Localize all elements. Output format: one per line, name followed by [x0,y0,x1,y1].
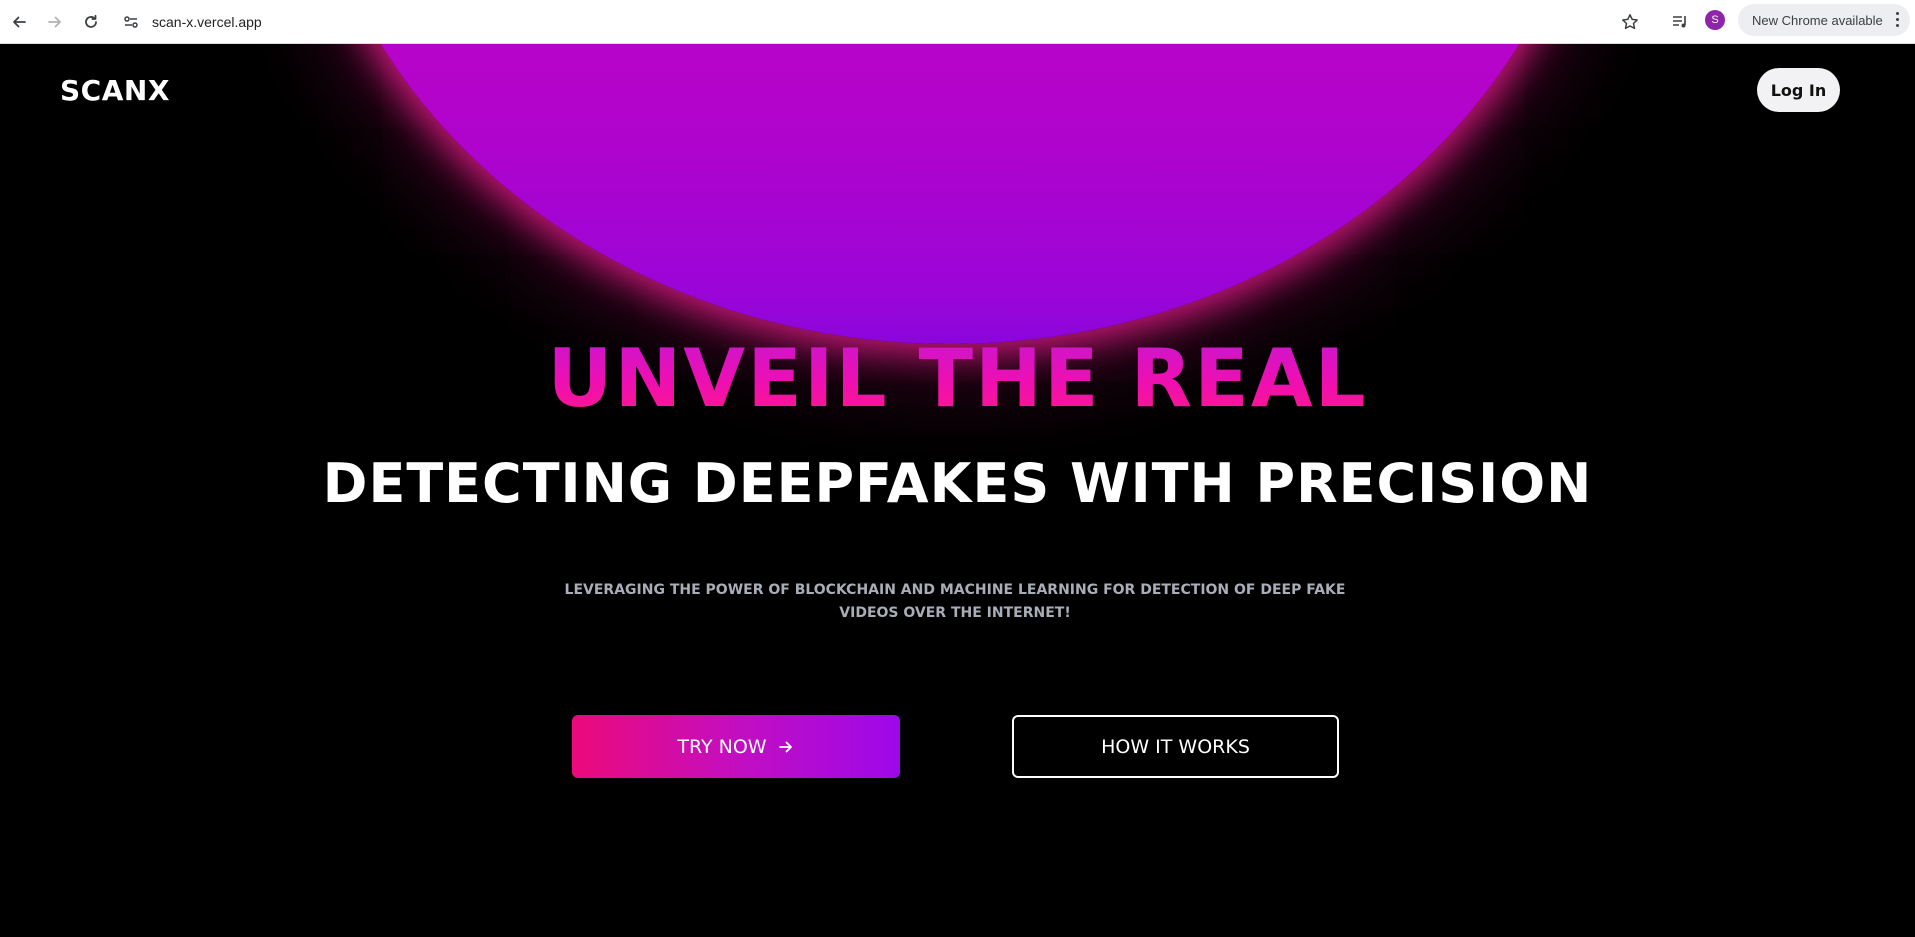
back-arrow-icon [13,16,26,27]
url-text[interactable]: scan-x.vercel.app [152,14,262,30]
arrow-right-icon [778,741,792,752]
try-now-button[interactable]: TRY NOW [572,715,900,778]
reload-icon [85,14,97,28]
reload-button[interactable] [74,5,108,39]
try-now-label: TRY NOW [677,735,767,758]
bookmark-star-icon [1622,14,1638,30]
gradient-orb [300,44,1600,344]
how-it-works-button[interactable]: HOW IT WORKS [1012,715,1339,778]
browser-toolbar: scan-x.vercel.app S New Chrome available [0,0,1915,44]
media-control-icon [1673,16,1686,28]
site-info-button[interactable] [116,7,146,37]
hero-subheadline: DETECTING DEEPFAKES WITH PRECISION [322,452,1593,515]
address-bar[interactable]: scan-x.vercel.app [116,6,1646,38]
site-logo[interactable]: SCANX [60,74,170,107]
back-button[interactable] [2,5,36,39]
how-it-works-label: HOW IT WORKS [1101,735,1250,758]
login-button[interactable]: Log In [1757,68,1840,112]
page-content: SCANX Log In UNVEIL THE REAL DETECTING D… [0,44,1915,937]
site-info-icon [124,16,138,28]
forward-arrow-icon [48,16,61,27]
forward-button[interactable] [38,5,72,39]
media-control-button[interactable] [1664,6,1696,38]
update-chip-label: New Chrome available [1752,12,1883,28]
bookmark-button[interactable] [1614,6,1646,38]
hero-description: LEVERAGING THE POWER OF BLOCKCHAIN AND M… [564,582,1346,621]
chrome-update-button[interactable]: New Chrome available [1738,4,1910,36]
profile-avatar[interactable]: S [1705,10,1725,30]
hero-headline: UNVEIL THE REAL [0,334,1915,424]
more-options-icon [1896,12,1900,28]
